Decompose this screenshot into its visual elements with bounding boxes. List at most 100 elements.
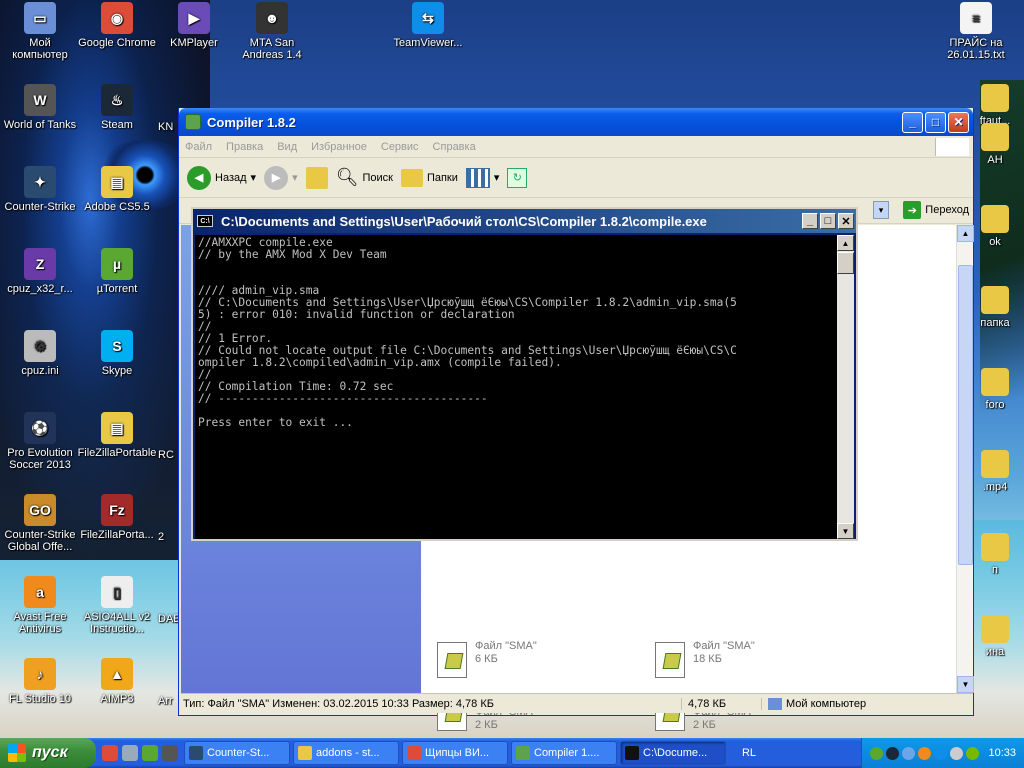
desktop-icon[interactable]: ▲ AIMP3 bbox=[77, 658, 157, 705]
volume-tray-icon[interactable] bbox=[950, 746, 964, 760]
forward-button[interactable]: ▶ ▾ bbox=[264, 165, 298, 190]
scroll-down-arrow-icon[interactable]: ▼ bbox=[837, 523, 854, 539]
desktop-icon[interactable]: ◉ Google Chrome bbox=[77, 2, 157, 49]
console-titlebar[interactable]: C:\ C:\Documents and Settings\User\Рабоч… bbox=[193, 209, 856, 233]
console-scrollbar[interactable]: ▲ ▼ bbox=[837, 235, 854, 539]
menu-edit[interactable]: Правка bbox=[226, 141, 263, 153]
desktop-icon[interactable]: ok bbox=[966, 205, 1024, 248]
desktop-icon[interactable]: папка bbox=[966, 286, 1024, 329]
utorrent-icon[interactable] bbox=[142, 745, 158, 761]
desktop-icon[interactable]: ✦ Counter-Strike bbox=[0, 166, 80, 213]
taskbar-button[interactable]: addons - st... bbox=[293, 741, 399, 765]
avast-tray-icon[interactable] bbox=[918, 746, 932, 760]
clock[interactable]: 10:33 bbox=[988, 747, 1016, 759]
desktop-icon[interactable]: Fz FileZillaPorta... bbox=[77, 494, 157, 541]
desktop-icon[interactable]: ▤ FileZillaPortable bbox=[77, 412, 157, 459]
goto-button[interactable]: ➔ Переход bbox=[903, 201, 969, 219]
desktop-icon[interactable]: ftaut... bbox=[966, 84, 1024, 127]
desktop-icon-label: TeamViewer... bbox=[393, 37, 463, 49]
skype-tray-icon[interactable] bbox=[934, 746, 948, 760]
start-button[interactable]: пуск bbox=[0, 738, 96, 768]
desktop-icon-label: ok bbox=[989, 236, 1001, 248]
console-close-button[interactable]: ✕ bbox=[838, 213, 854, 229]
nvidia-tray-icon[interactable] bbox=[966, 746, 980, 760]
file-item[interactable]: Файл "SMA" 18 КБ bbox=[655, 640, 865, 688]
desktop-icon[interactable]: foro bbox=[966, 368, 1024, 411]
status-size: 4,78 КБ bbox=[681, 697, 761, 710]
desktop-icon-label: KMPlayer bbox=[170, 37, 218, 49]
console-output[interactable]: //AMXXPC compile.exe // by the AMX Mod X… bbox=[195, 235, 837, 539]
menu-view[interactable]: Вид bbox=[277, 141, 297, 153]
taskbar-button[interactable]: Щипцы ВИ... bbox=[402, 741, 508, 765]
scroll-up-arrow-icon[interactable]: ▲ bbox=[957, 225, 974, 242]
media-icon[interactable] bbox=[162, 745, 178, 761]
chrome-icon[interactable] bbox=[102, 745, 118, 761]
refresh-button[interactable]: ↻ bbox=[507, 167, 528, 188]
chevron-down-icon[interactable]: ▾ bbox=[494, 171, 500, 184]
desktop-icon[interactable]: ≡ ПРАЙС на 26.01.15.txt bbox=[936, 2, 1016, 61]
taskbar-button[interactable]: Compiler 1.... bbox=[511, 741, 617, 765]
folder-icon bbox=[981, 123, 1009, 151]
console-maximize-button[interactable]: □ bbox=[820, 213, 836, 229]
up-folder-button[interactable] bbox=[305, 166, 328, 189]
menu-help[interactable]: Справка bbox=[433, 141, 476, 153]
menu-tools[interactable]: Сервис bbox=[381, 141, 419, 153]
steam-tray-icon[interactable] bbox=[886, 746, 900, 760]
desktop-icon[interactable]: п bbox=[966, 533, 1024, 576]
back-button[interactable]: ◀ Назад ▾ bbox=[187, 165, 257, 190]
desktop-icon-label: foro bbox=[985, 399, 1005, 411]
desktop-icon[interactable]: ина bbox=[966, 615, 1024, 658]
folders-button[interactable]: Папки bbox=[400, 168, 458, 187]
desktop-icon[interactable]: ♪ FL Studio 10 bbox=[0, 658, 80, 705]
taskbar-button[interactable]: Counter-St... bbox=[184, 741, 290, 765]
desktop-icon[interactable]: a Avast Free Antivirus bbox=[0, 576, 80, 635]
search-button[interactable]: 🔍︎ Поиск bbox=[336, 167, 393, 188]
desktop-icon[interactable]: ☻ MTA San Andreas 1.4 bbox=[232, 2, 312, 61]
scroll-thumb[interactable] bbox=[958, 265, 973, 565]
desktop-icon[interactable]: AH bbox=[966, 123, 1024, 166]
views-button[interactable]: ▾ bbox=[465, 167, 500, 188]
explorer-titlebar[interactable]: Compiler 1.8.2 _ □ ✕ bbox=[179, 108, 973, 136]
forward-arrow-icon: ▶ bbox=[264, 165, 289, 190]
desktop-icon-label: Counter-Strike Global Offe... bbox=[4, 529, 76, 553]
close-button[interactable]: ✕ bbox=[948, 111, 969, 133]
desktop-icon[interactable]: W World of Tanks bbox=[0, 84, 80, 131]
desktop-icon[interactable]: ♨ Steam bbox=[77, 84, 157, 131]
minimize-button[interactable]: _ bbox=[902, 111, 923, 133]
desktop-icon[interactable]: GO Counter-Strike Global Offe... bbox=[0, 494, 80, 553]
show-desktop-icon[interactable] bbox=[122, 745, 138, 761]
console-scroll-thumb[interactable] bbox=[837, 252, 854, 274]
maximize-button[interactable]: □ bbox=[925, 111, 946, 133]
console-minimize-button[interactable]: _ bbox=[802, 213, 818, 229]
desktop-icon[interactable]: Zcpuz_x32_r... bbox=[0, 248, 80, 295]
address-dropdown-button[interactable]: ▾ bbox=[873, 201, 889, 219]
desktop-icon[interactable]: ⚽ Pro Evolution Soccer 2013 bbox=[0, 412, 80, 471]
menu-file[interactable]: Файл bbox=[185, 141, 212, 153]
file-item[interactable]: Файл "SMA" 6 КБ bbox=[437, 640, 647, 688]
desktop-icon[interactable]: ▶ KMPlayer bbox=[154, 2, 234, 49]
desktop-icon[interactable]: ▭ Мой компьютер bbox=[0, 2, 80, 61]
desktop-icon[interactable]: µ µTorrent bbox=[77, 248, 157, 295]
desktop-icon[interactable]: ▤ Adobe CS5.5 bbox=[77, 166, 157, 213]
chevron-down-icon[interactable]: ▾ bbox=[292, 171, 298, 184]
scroll-up-arrow-icon[interactable]: ▲ bbox=[837, 235, 854, 251]
desktop-icon[interactable]: ⚙ cpuz.ini bbox=[0, 330, 80, 377]
desktop-icon[interactable]: .mp4 bbox=[966, 450, 1024, 493]
menu-favorites[interactable]: Избранное bbox=[311, 141, 367, 153]
language-indicator[interactable]: RL bbox=[729, 747, 769, 759]
vertical-scrollbar[interactable]: ▲ ▼ bbox=[956, 225, 974, 693]
search-label: Поиск bbox=[362, 171, 393, 184]
scroll-down-arrow-icon[interactable]: ▼ bbox=[957, 676, 974, 693]
console-window[interactable]: C:\ C:\Documents and Settings\User\Рабоч… bbox=[191, 207, 858, 541]
teamviewer-icon: ⇆ bbox=[412, 2, 444, 34]
desktop-icon[interactable]: ▯ ASIO4ALL v2 Instructio... bbox=[77, 576, 157, 635]
network-tray-icon[interactable] bbox=[902, 746, 916, 760]
chevron-down-icon[interactable]: ▾ bbox=[251, 171, 257, 184]
taskbar-button[interactable]: C:\Docume... bbox=[620, 741, 726, 765]
utorrent-tray-icon[interactable] bbox=[870, 746, 884, 760]
desktop-icon[interactable]: ⇆ TeamViewer... bbox=[388, 2, 468, 49]
desktop-icon[interactable]: S Skype bbox=[77, 330, 157, 377]
cpuz-icon: Z bbox=[24, 248, 56, 280]
desktop-icon-label: World of Tanks bbox=[3, 119, 77, 131]
desktop-icon-label: Google Chrome bbox=[78, 37, 156, 49]
